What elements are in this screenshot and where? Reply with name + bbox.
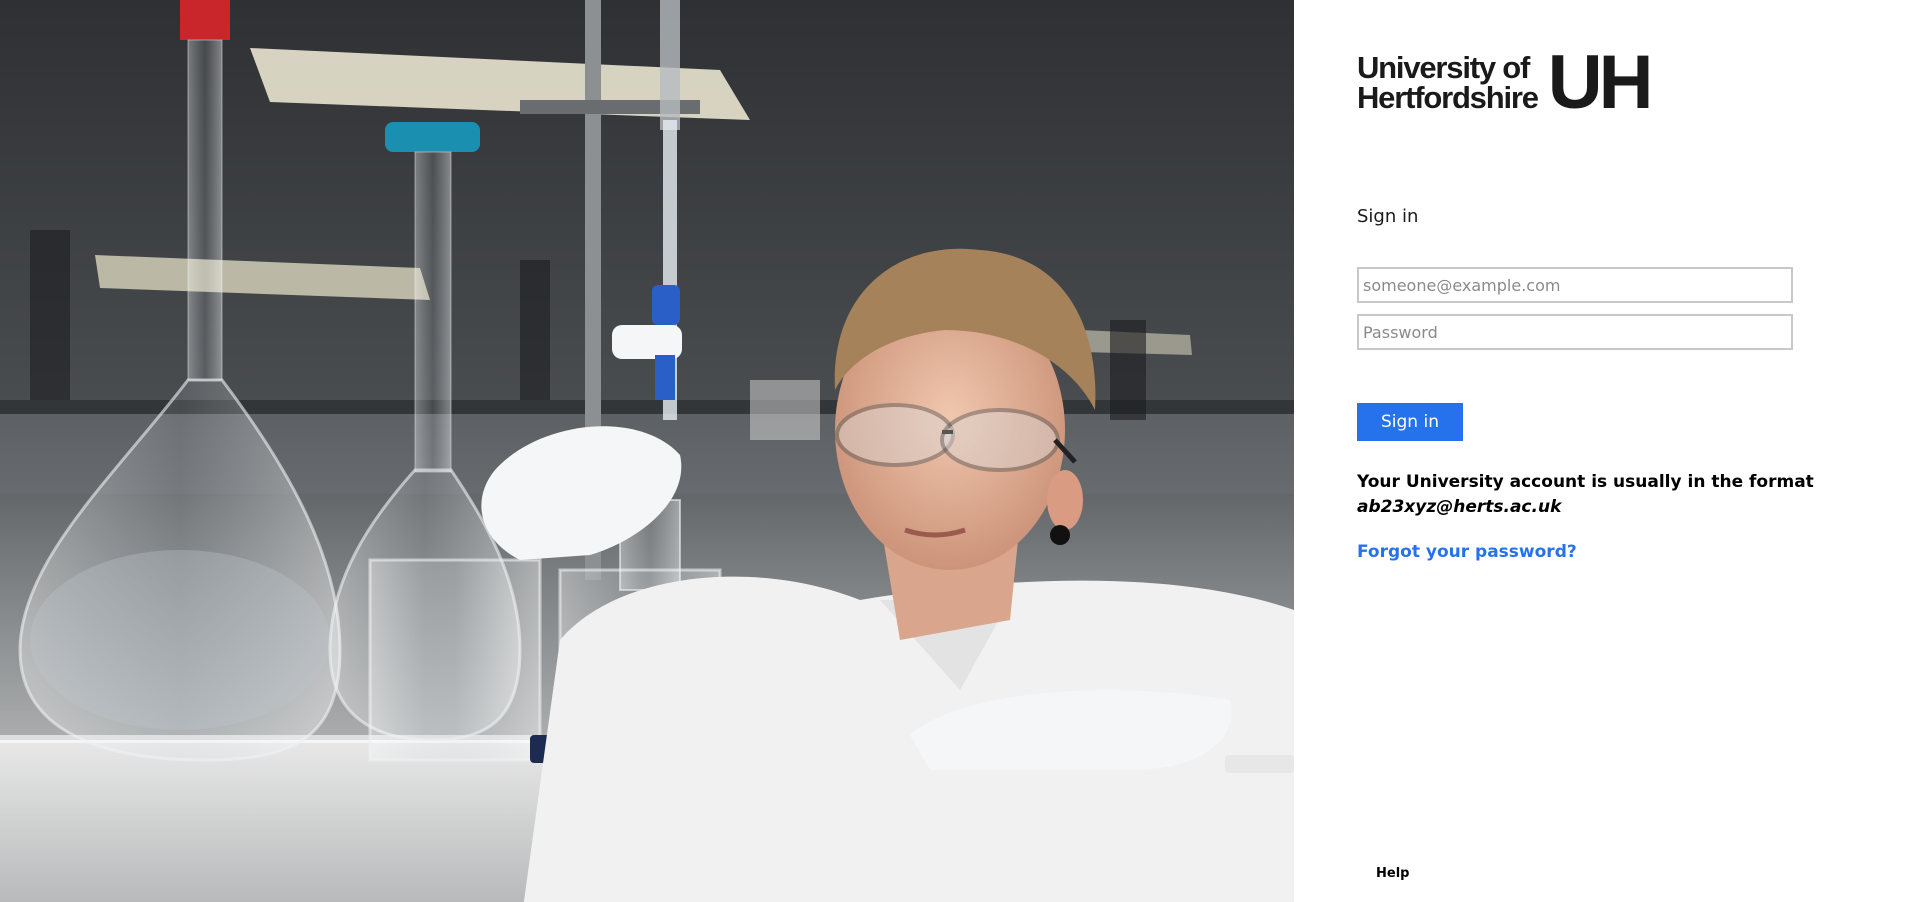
account-format-hint: Your University account is usually in th… [1357, 470, 1814, 520]
logo-line-2: Hertfordshire [1357, 80, 1539, 115]
email-field[interactable] [1357, 267, 1793, 303]
sign-in-pane: University of Hertfordshire UH Sign in S… [1294, 0, 1916, 902]
sign-in-heading: Sign in [1357, 206, 1419, 227]
sign-in-button[interactable]: Sign in [1357, 403, 1463, 441]
logo-mark: UH [1547, 40, 1654, 125]
password-field[interactable] [1357, 314, 1793, 350]
account-format-example: ab23xyz@herts.ac.uk [1357, 497, 1562, 517]
help-link[interactable]: Help [1376, 866, 1409, 881]
account-format-text: Your University account is usually in th… [1357, 472, 1814, 492]
sign-in-page: University of Hertfordshire UH Sign in S… [0, 0, 1916, 902]
logo-line-1: University of [1357, 50, 1530, 85]
lab-background-image [0, 0, 1294, 902]
logo-wordmark: University of Hertfordshire [1357, 50, 1539, 115]
university-logo: University of Hertfordshire UH [1357, 40, 1717, 125]
forgot-password-link[interactable]: Forgot your password? [1357, 542, 1577, 562]
